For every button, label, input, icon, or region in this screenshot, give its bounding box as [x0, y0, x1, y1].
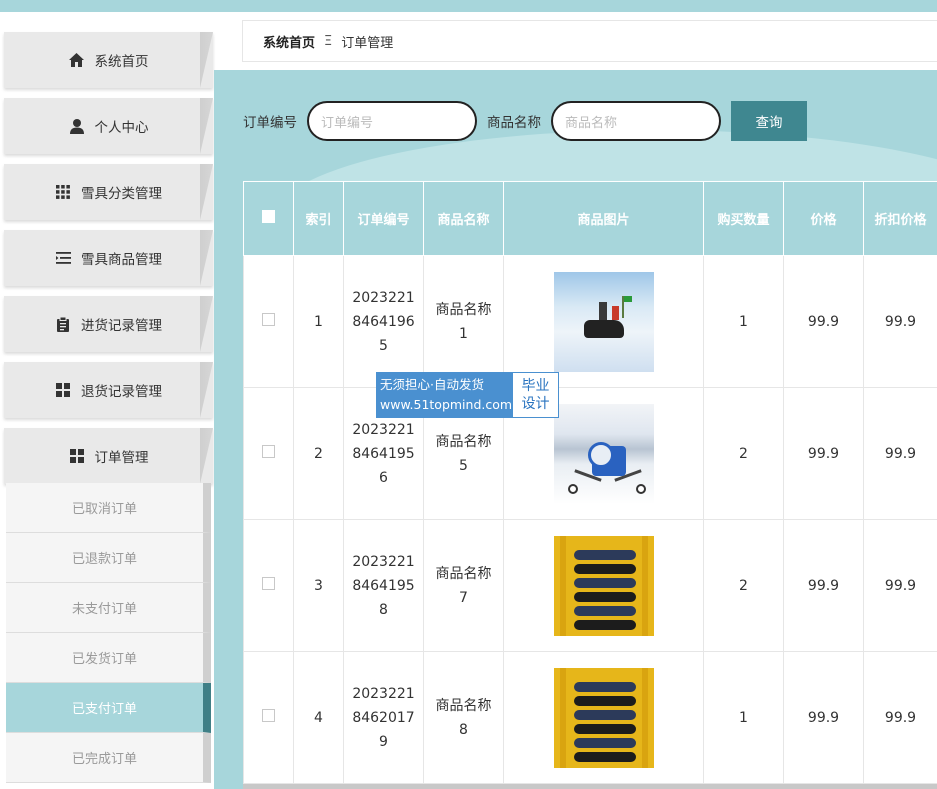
list-icon	[55, 250, 71, 266]
cell-qty: 1	[703, 651, 784, 784]
column-header-index: 索引	[293, 181, 344, 256]
cell-order-no: 20232218464195 6	[352, 421, 415, 486]
sidebar-item-profile[interactable]: 个人中心	[4, 98, 213, 154]
submenu-item-paid[interactable]: 已支付订单	[6, 683, 211, 733]
sidebar-item-returns[interactable]: 退货记录管理	[4, 362, 213, 418]
table-header-row: 索引 订单编号 商品名称 商品图片 购买数量 价格 折扣价格	[243, 181, 937, 256]
row-checkbox[interactable]	[262, 445, 275, 458]
home-icon	[69, 52, 85, 68]
cell-product: 商品名称5	[435, 433, 492, 474]
sidebar-item-label: 退货记录管理	[81, 384, 162, 400]
select-all-cell	[243, 181, 294, 256]
search-bar: 订单编号 订单编号 商品名称 商品名称 查询	[243, 101, 807, 141]
sidebar-item-orders[interactable]: 订单管理	[4, 428, 213, 484]
cell-price: 99.9	[783, 651, 864, 784]
cell-discount: 99.9	[863, 255, 937, 388]
user-icon	[69, 118, 85, 134]
watermark: 无须担心·自动发货 www.51topmind.com 毕业 设计	[376, 372, 559, 418]
submenu-item-completed[interactable]: 已完成订单	[6, 733, 211, 783]
breadcrumb-current: 订单管理	[341, 35, 394, 51]
table-row[interactable]: 4 20232218462017 9 商品名称8 1 99.9 99.9	[243, 651, 937, 784]
sidebar-item-category[interactable]: 雪具分类管理	[4, 164, 213, 220]
cell-index: 2	[293, 387, 344, 520]
cell-index: 3	[293, 519, 344, 652]
clipboard-icon	[55, 316, 71, 332]
table-row[interactable]: 2 20232218464195 6 商品名称5 2 99.9 99.9	[243, 387, 937, 520]
search-button[interactable]: 查询	[731, 101, 807, 141]
product-name-input[interactable]: 商品名称	[551, 101, 721, 141]
column-header-qty: 购买数量	[703, 181, 784, 256]
breadcrumb: 系统首页 Ξ 订单管理	[242, 20, 937, 62]
cell-qty: 2	[703, 519, 784, 652]
cell-order-no: 20232218464195 8	[352, 553, 415, 618]
cell-product: 商品名称7	[435, 565, 492, 606]
submenu-item-unpaid[interactable]: 未支付订单	[6, 583, 211, 633]
row-checkbox[interactable]	[262, 577, 275, 590]
submenu-item-cancelled[interactable]: 已取消订单	[6, 483, 211, 533]
sidebar-item-label: 订单管理	[94, 450, 149, 466]
order-number-input[interactable]: 订单编号	[307, 101, 477, 141]
cell-price: 99.9	[783, 519, 864, 652]
submenu-item-shipped[interactable]: 已发货订单	[6, 633, 211, 683]
cell-qty: 2	[703, 387, 784, 520]
orders-table: 索引 订单编号 商品名称 商品图片 购买数量 价格 折扣价格 1 2023221…	[243, 181, 937, 784]
sidebar-item-label: 雪具商品管理	[81, 252, 162, 268]
horizontal-scrollbar[interactable]	[243, 784, 937, 789]
cell-price: 99.9	[783, 255, 864, 388]
order-number-label: 订单编号	[243, 115, 297, 131]
breadcrumb-home[interactable]: 系统首页	[263, 32, 315, 51]
snow-cannon-photo	[553, 403, 654, 504]
column-header-order-no: 订单编号	[343, 181, 424, 256]
sidebar-item-label: 个人中心	[94, 120, 149, 136]
orders-submenu: 已取消订单 已退款订单 未支付订单 已发货订单 已支付订单 已完成订单	[6, 483, 211, 783]
watermark-line1: 无须担心·自动发货	[380, 377, 484, 392]
cell-discount: 99.9	[863, 387, 937, 520]
board-rack-photo	[553, 667, 654, 768]
column-header-price: 价格	[783, 181, 864, 256]
select-all-checkbox[interactable]	[262, 210, 275, 223]
sidebar-item-home[interactable]: 系统首页	[4, 32, 213, 88]
column-header-product: 商品名称	[423, 181, 504, 256]
cell-index: 1	[293, 255, 344, 388]
watermark-right2: 设计	[521, 396, 550, 412]
cell-product: 商品名称8	[435, 697, 492, 738]
snowmobile-photo	[553, 271, 654, 372]
column-header-image: 商品图片	[503, 181, 704, 256]
cell-order-no: 20232218464196 5	[352, 289, 415, 354]
cell-discount: 99.9	[863, 519, 937, 652]
submenu-item-refunded[interactable]: 已退款订单	[6, 533, 211, 583]
row-checkbox[interactable]	[262, 709, 275, 722]
cell-price: 99.9	[783, 387, 864, 520]
cell-order-no: 20232218462017 9	[352, 685, 415, 750]
product-name-label: 商品名称	[487, 115, 541, 131]
sidebar-item-products[interactable]: 雪具商品管理	[4, 230, 213, 286]
watermark-url: www.51topmind.com	[380, 397, 513, 412]
row-checkbox[interactable]	[262, 313, 275, 326]
apps-icon	[69, 448, 85, 464]
cell-qty: 1	[703, 255, 784, 388]
board-rack-photo	[553, 535, 654, 636]
top-bar	[0, 0, 937, 12]
sidebar-item-label: 系统首页	[94, 54, 149, 70]
table-row[interactable]: 1 20232218464196 5 商品名称1 1 99.9 99.9	[243, 255, 937, 388]
column-header-discount: 折扣价格	[863, 181, 937, 256]
grid-icon	[55, 184, 71, 200]
cell-index: 4	[293, 651, 344, 784]
sidebar-item-label: 雪具分类管理	[81, 186, 162, 202]
cell-product: 商品名称1	[435, 301, 492, 342]
sidebar-item-label: 进货记录管理	[81, 318, 162, 334]
table-row[interactable]: 3 20232218464195 8 商品名称7 2 99.9 99.9	[243, 519, 937, 652]
breadcrumb-separator: Ξ	[324, 33, 333, 49]
apps-icon	[55, 382, 71, 398]
cell-discount: 99.9	[863, 651, 937, 784]
sidebar-item-purchase[interactable]: 进货记录管理	[4, 296, 213, 352]
watermark-right1: 毕业	[521, 378, 550, 394]
